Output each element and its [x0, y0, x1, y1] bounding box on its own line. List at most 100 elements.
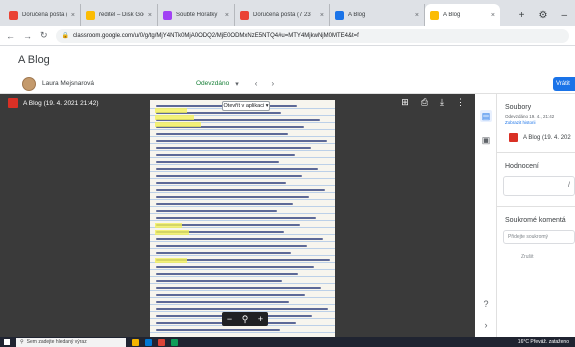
ruled-line — [150, 255, 335, 256]
zoom-out-icon[interactable]: − — [227, 314, 232, 324]
print-icon[interactable]: ⎙ — [421, 97, 428, 108]
close-icon[interactable]: × — [225, 12, 229, 19]
handwriting-stroke — [156, 273, 298, 275]
cancel-button[interactable]: Zrušit — [521, 254, 575, 260]
details-panel: Soubory Odevzdáno 19. 4., 21:42 Zobrazit… — [497, 94, 575, 337]
chevron-down-icon[interactable]: ▾ — [235, 80, 239, 88]
avatar — [22, 76, 36, 91]
previous-student-icon[interactable]: ‹ — [255, 79, 272, 88]
back-icon[interactable]: ← — [6, 31, 15, 41]
ruled-line — [150, 178, 335, 179]
handwriting-stroke — [156, 154, 295, 156]
open-with-button[interactable]: Otevřít v aplikaci ▾ — [222, 101, 270, 111]
private-comment-field[interactable]: Přidejte soukromý — [503, 230, 575, 244]
app-icon[interactable] — [171, 338, 178, 346]
student-name[interactable]: Laura Mejsnarová — [42, 80, 182, 87]
files-panel-icon[interactable]: ▤ — [480, 110, 492, 122]
windows-start-icon[interactable] — [4, 339, 10, 345]
comment-add-icon[interactable]: ⊞ — [401, 97, 409, 108]
close-icon[interactable]: × — [320, 12, 324, 19]
ruled-line — [150, 248, 335, 249]
ruled-line — [150, 304, 335, 305]
class-header: A Blog — [0, 46, 575, 74]
close-icon[interactable]: × — [148, 12, 152, 19]
highlight-mark — [155, 108, 187, 113]
os-taskbar: ⚲ Sem zadejte hledaný výraz 16°C Převáž.… — [0, 337, 575, 347]
weather-status: 16°C Převáž. zataženo — [517, 339, 569, 345]
new-tab-button[interactable]: + — [519, 10, 525, 21]
grade-slash: / — [568, 182, 570, 189]
settings-icon[interactable]: ⚙ — [538, 10, 547, 21]
taskbar-search[interactable]: ⚲ Sem zadejte hledaný výraz — [16, 337, 126, 347]
ruled-line — [150, 213, 335, 214]
ruled-line — [150, 220, 335, 221]
ruled-line — [150, 150, 335, 151]
handwriting-stroke — [156, 161, 279, 163]
handwriting-stroke — [156, 245, 307, 247]
divider — [497, 152, 575, 153]
browser-tab[interactable]: Doručená pošta (1 54 × — [4, 4, 81, 26]
open-with-label: Otevřít v aplikaci — [223, 103, 265, 109]
ruled-line — [150, 199, 335, 200]
url-field[interactable]: 🔒 classroom.google.com/u/0/g/tg/MjY4NTk0… — [55, 28, 569, 43]
ruled-line — [150, 185, 335, 186]
zoom-controls: − ⚲ + — [222, 312, 268, 326]
attached-file-name: A Blog (19. 4. 202 — [523, 134, 571, 141]
browser-tab[interactable]: Doručená pošta (7 23 × — [235, 4, 330, 26]
attached-file[interactable]: A Blog (19. 4. 202 — [509, 133, 575, 142]
taskbar-search-placeholder: Sem zadejte hledaný výraz — [26, 339, 87, 345]
tab-list: Doručená pošta (1 54×ředitel – Disk Goog… — [4, 4, 500, 26]
download-icon[interactable]: ⤓ — [440, 97, 444, 108]
browser-tab[interactable]: Soubté Horatky × — [158, 4, 235, 26]
more-options-icon[interactable]: ⋮ — [456, 97, 465, 108]
browser-tab[interactable]: A Blog × — [425, 4, 500, 26]
private-comments-heading: Soukromé komentá — [505, 217, 566, 224]
close-icon[interactable]: × — [415, 12, 419, 19]
handwriting-stroke — [156, 301, 289, 303]
close-icon[interactable]: × — [491, 12, 495, 19]
handwriting-stroke — [156, 238, 323, 240]
document-viewer: A Blog (19. 4. 2021 21:42) ⊞ ⎙ ⤓ ⋮ Otevř… — [0, 94, 475, 337]
handwriting-stroke — [156, 133, 288, 135]
file-explorer-icon[interactable] — [132, 338, 139, 346]
side-rail: ▤ ▣ ? › — [475, 94, 497, 337]
highlight-mark — [155, 122, 201, 127]
next-student-icon[interactable]: › — [271, 79, 288, 88]
rubric-icon[interactable]: ▣ — [480, 134, 492, 146]
search-icon: ⚲ — [20, 339, 24, 345]
document-icon — [509, 133, 518, 142]
highlight-mark — [155, 223, 182, 228]
classroom-yellow-icon — [430, 10, 439, 20]
history-link[interactable]: Zobrazit historii — [505, 120, 575, 125]
ruled-line — [150, 164, 335, 165]
classroom-icon — [335, 10, 344, 20]
zoom-in-icon[interactable]: + — [258, 314, 263, 324]
browser-tab[interactable]: ředitel – Disk Google × — [81, 4, 158, 26]
grade-input[interactable]: / — [503, 176, 575, 196]
highlight-mark — [155, 258, 187, 263]
submission-status: Odevzdáno — [196, 80, 230, 87]
viewer-tools: ⊞ ⎙ ⤓ ⋮ — [401, 97, 465, 108]
handwriting-stroke — [156, 140, 327, 142]
handwriting-stroke — [156, 147, 311, 149]
handwriting-stroke — [156, 203, 293, 205]
ruled-line — [150, 129, 335, 130]
forward-icon[interactable]: → — [23, 31, 32, 41]
ruled-line — [150, 171, 335, 172]
help-icon[interactable]: ? — [480, 298, 492, 310]
browser-tab[interactable]: A Blog × — [330, 4, 425, 26]
files-heading: Soubory — [505, 104, 532, 111]
handwriting-stroke — [156, 196, 309, 198]
address-bar: ← → ↻ 🔒 classroom.google.com/u/0/g/tg/Mj… — [0, 26, 575, 46]
close-icon[interactable]: × — [71, 12, 75, 19]
collapse-panel-icon[interactable]: › — [480, 319, 492, 331]
handwriting-stroke — [156, 287, 321, 289]
return-button[interactable]: Vrátit — [553, 77, 575, 91]
divider — [497, 206, 575, 207]
magnify-icon: ⚲ — [241, 313, 249, 324]
chrome-icon[interactable] — [158, 338, 165, 346]
ruled-line — [150, 290, 335, 291]
store-icon[interactable] — [145, 338, 152, 346]
reload-icon[interactable]: ↻ — [40, 30, 48, 41]
minimize-icon[interactable]: – — [561, 10, 567, 21]
